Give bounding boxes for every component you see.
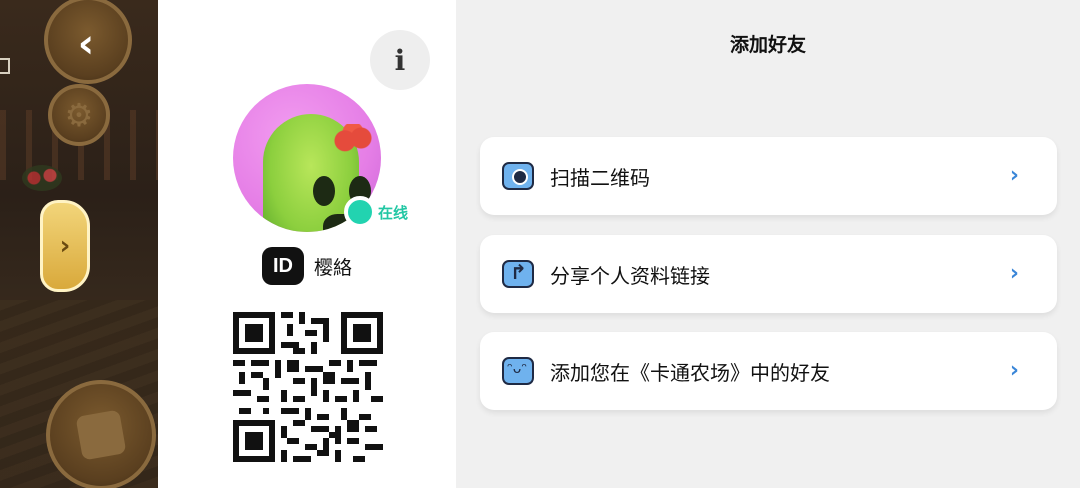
game-background: ‹ ⚙ › (0, 0, 158, 488)
chevron-right-icon: › (1009, 163, 1019, 188)
gear-icon: ⚙ (64, 96, 94, 134)
left-eye (313, 176, 335, 206)
qr-code (233, 312, 383, 462)
flower-bush-decoration (22, 165, 62, 191)
online-status-label: 在线 (378, 204, 409, 222)
smile-icon (502, 357, 534, 385)
share-icon (502, 260, 534, 288)
chevron-right-icon: › (1009, 358, 1019, 383)
user-id-row: ID 樱絡 (262, 247, 352, 285)
page-title: 添加好友 (729, 34, 806, 56)
add-friends-panel: 添加好友 扫描二维码 › 分享个人资料链接 › 添加您在《卡通农场》中的好友 › (456, 0, 1080, 488)
side-expand-tab[interactable]: › (40, 200, 90, 292)
cash-register-icon (75, 409, 127, 461)
camera-icon (502, 162, 534, 190)
edge-marker (0, 58, 10, 74)
online-status-dot (344, 196, 376, 228)
settings-button[interactable]: ⚙ (48, 84, 110, 146)
share-profile-link-option[interactable]: 分享个人资料链接 › (480, 235, 1057, 313)
cactus-flower (333, 124, 373, 152)
option-label: 添加您在《卡通农场》中的好友 (550, 360, 830, 385)
add-game-friends-option[interactable]: 添加您在《卡通农场》中的好友 › (480, 332, 1057, 410)
option-label: 分享个人资料链接 (550, 263, 710, 288)
chevron-right-icon: › (59, 231, 71, 261)
chevron-right-icon: › (1009, 261, 1019, 286)
profile-panel: i 在线 ID 樱絡 (158, 0, 456, 488)
username: 樱絡 (314, 256, 353, 279)
scan-qr-option[interactable]: 扫描二维码 › (480, 137, 1057, 215)
info-button[interactable]: i (370, 30, 430, 90)
cash-register-button[interactable] (46, 380, 156, 488)
id-badge-icon: ID (262, 247, 304, 285)
option-label: 扫描二维码 (550, 165, 650, 190)
back-button[interactable]: ‹ (66, 22, 106, 66)
